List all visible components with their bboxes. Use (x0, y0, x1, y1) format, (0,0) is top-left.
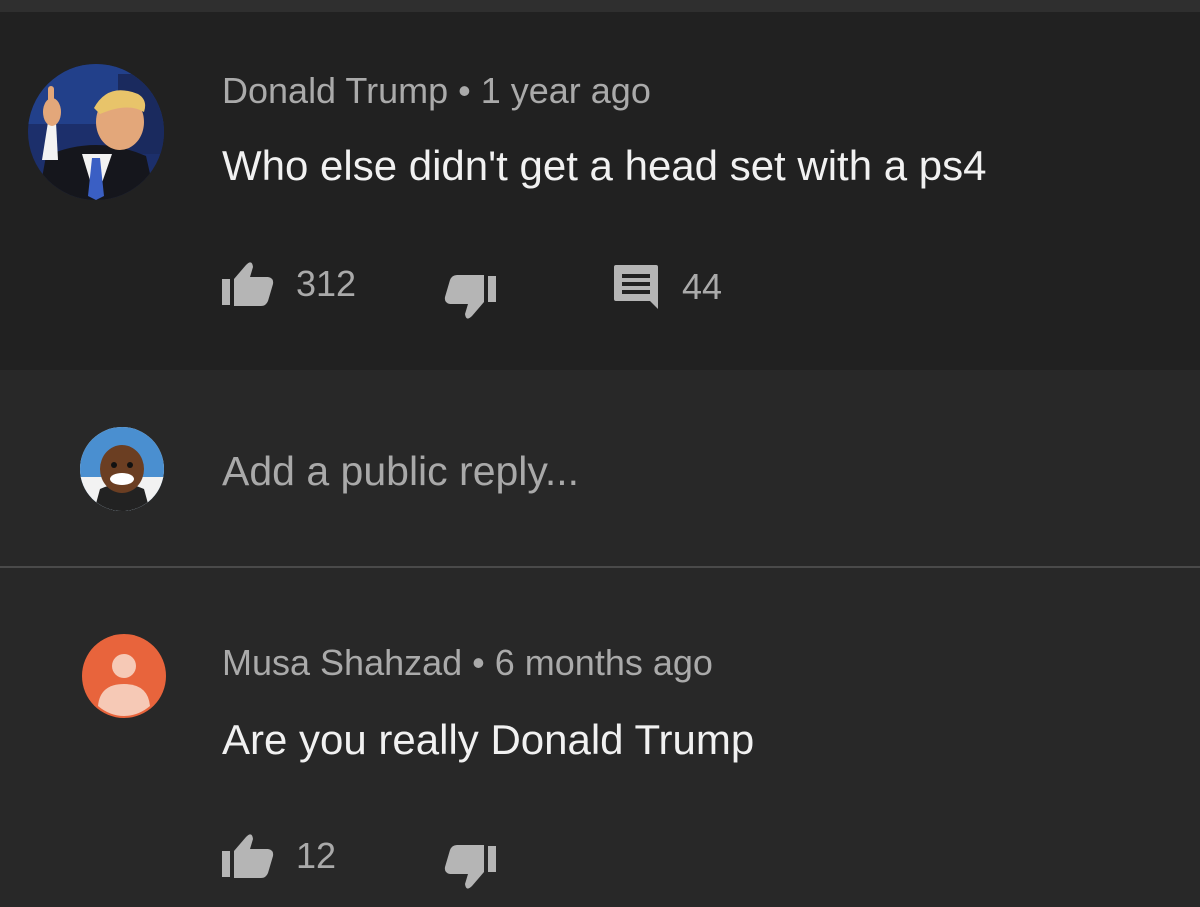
comment-time[interactable]: 1 year ago (481, 70, 651, 111)
reply-meta: Musa Shahzad • 6 months ago (222, 642, 713, 684)
comment-author[interactable]: Donald Trump (222, 70, 448, 111)
top-strip (0, 0, 1200, 12)
comment-text: Who else didn't get a head set with a ps… (222, 142, 987, 189)
comment-icon (612, 263, 660, 311)
reply-count: 44 (682, 266, 723, 307)
thumbs-up-icon (222, 833, 274, 879)
reply-composer: Add a public reply... (0, 370, 1200, 566)
like-count: 312 (296, 263, 357, 304)
comment-meta: Donald Trump • 1 year ago (222, 70, 651, 112)
like-button[interactable]: 312 (222, 261, 356, 307)
reply-like-count: 12 (296, 835, 337, 876)
current-user-avatar (80, 427, 164, 511)
reply-author-avatar[interactable] (82, 634, 166, 718)
reply: Musa Shahzad • 6 months ago Are you really… (0, 568, 1200, 907)
dislike-button[interactable] (444, 274, 496, 320)
comments-thread: Donald Trump • 1 year ago Who else didn't … (0, 0, 1200, 907)
comment: Donald Trump • 1 year ago Who else didn't … (0, 12, 1200, 370)
comment-author-avatar[interactable] (28, 64, 164, 200)
reply-time[interactable]: 6 months ago (495, 642, 713, 683)
meta-separator: • (472, 642, 485, 683)
reply-input[interactable]: Add a public reply... (222, 448, 579, 495)
thumbs-down-icon (444, 274, 496, 320)
meta-separator: • (458, 70, 471, 111)
thumbs-up-icon (222, 261, 274, 307)
reply-text: Are you really Donald Trump (222, 716, 755, 763)
reply-author[interactable]: Musa Shahzad (222, 642, 462, 683)
reply-dislike-button[interactable] (444, 844, 496, 890)
thumbs-down-icon (444, 844, 496, 890)
reply-like-button[interactable]: 12 (222, 833, 336, 879)
replies-button[interactable]: 44 (612, 263, 722, 311)
